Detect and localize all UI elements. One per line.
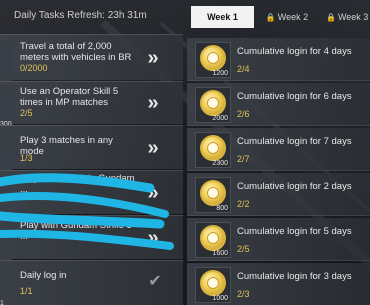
reward-amount: 800 — [216, 205, 228, 212]
reward-row[interactable]: 1600 Cumulative login for 5 days 2/5 — [187, 218, 370, 261]
reward-progress: 2/6 — [237, 109, 250, 119]
reward-amount: 1600 — [212, 250, 228, 257]
reward-item: 1200 — [195, 42, 231, 78]
reward-title: Cumulative login for 7 days — [237, 136, 352, 147]
reward-item: 1000 — [195, 267, 231, 303]
task-progress: 1/1 — [20, 286, 33, 296]
task-reward-thumbnail: 1 — [0, 265, 14, 305]
task-row: 1 Daily log in 1/1 ✔ — [0, 260, 183, 305]
task-title: Travel a total of 2,000 meters with vehi… — [20, 41, 132, 63]
task-row[interactable]: Travel a total of 2,000 meters with vehi… — [0, 34, 183, 81]
tab-label: Week 3 — [337, 12, 369, 22]
tab-week-2[interactable]: 🔒 Week 2 — [256, 6, 318, 28]
double-chevron-right-icon: » — [147, 92, 159, 114]
go-button[interactable]: » — [141, 93, 165, 113]
coin-icon — [200, 90, 226, 116]
coin-icon — [200, 45, 226, 71]
reward-title: Cumulative login for 3 days — [237, 271, 352, 282]
reward-progress: 2/2 — [237, 199, 250, 209]
tab-week-1[interactable]: Week 1 — [191, 6, 254, 28]
lock-icon: 🔒 — [265, 13, 276, 22]
task-progress: 2/5 — [20, 108, 33, 118]
reward-progress: 2/4 — [237, 64, 250, 74]
task-thumb-amount: 1 — [0, 300, 4, 305]
coin-icon — [200, 180, 226, 206]
task-row[interactable]: Play 3 matches in any mode 1/3 » — [0, 125, 183, 170]
reward-item: 2000 — [195, 87, 231, 123]
coin-icon — [200, 225, 226, 251]
reward-amount: 2300 — [212, 160, 228, 167]
reward-item: 1600 — [195, 222, 231, 258]
tab-label: Week 1 — [207, 12, 238, 22]
reward-item: 2300 — [195, 132, 231, 168]
reward-title: Cumulative login for 2 days — [237, 181, 352, 192]
login-rewards-panel: 1200 Cumulative login for 4 days 2/4 200… — [187, 30, 370, 305]
coin-icon — [200, 135, 226, 161]
go-button[interactable]: » — [141, 48, 165, 68]
task-progress: 0/2000 — [20, 63, 48, 73]
reward-row[interactable]: 800 Cumulative login for 2 days 2/2 — [187, 173, 370, 216]
reward-title: Cumulative login for 4 days — [237, 46, 352, 57]
lock-icon: 🔒 — [326, 13, 336, 22]
double-chevron-right-icon: » — [147, 47, 159, 69]
reward-row[interactable]: 2300 Cumulative login for 7 days 2/7 — [187, 128, 370, 171]
reward-progress: 2/3 — [237, 289, 250, 299]
task-row[interactable]: 300 Use an Operator Skill 5 times in MP … — [0, 81, 183, 128]
task-title: Play 3 matches in any mode — [20, 135, 113, 157]
task-reward-thumbnail — [0, 130, 14, 170]
tab-label: Week 2 — [277, 12, 309, 22]
daily-tasks-panel: Daily Tasks Refresh: 23h 31m Travel a to… — [0, 0, 183, 305]
scribble-overlay — [0, 173, 174, 250]
task-reward-thumbnail: 300 — [0, 86, 14, 128]
task-title: Use an Operator Skill 5 times in MP matc… — [20, 86, 119, 108]
reward-title: Cumulative login for 5 days — [237, 226, 352, 237]
go-button[interactable]: » — [141, 138, 165, 158]
reward-item: 800 — [195, 177, 231, 213]
reward-amount: 2000 — [212, 115, 228, 122]
reward-amount: 1000 — [212, 295, 228, 302]
daily-refresh-timer: Daily Tasks Refresh: 23h 31m — [14, 10, 147, 21]
reward-row[interactable]: 2000 Cumulative login for 6 days 2/6 — [187, 83, 370, 126]
double-chevron-right-icon: » — [147, 137, 159, 159]
coin-icon — [200, 270, 226, 296]
reward-amount: 1200 — [212, 70, 228, 77]
task-progress: 1/3 — [20, 153, 33, 163]
reward-title: Cumulative login for 6 days — [237, 91, 352, 102]
reward-progress: 2/5 — [237, 244, 250, 254]
reward-row[interactable]: 1000 Cumulative login for 3 days 2/3 — [187, 263, 370, 305]
week-tabs: Week 1 🔒 Week 2 🔒 Week 3 — [191, 6, 370, 28]
reward-progress: 2/7 — [237, 154, 250, 164]
task-reward-thumbnail — [0, 41, 14, 81]
task-title: Daily log in — [20, 270, 67, 281]
checkmark-icon: ✔ — [148, 273, 162, 290]
reward-row[interactable]: 1200 Cumulative login for 4 days 2/4 — [187, 38, 370, 81]
tab-week-3[interactable]: 🔒 Week 3 — [320, 6, 370, 28]
